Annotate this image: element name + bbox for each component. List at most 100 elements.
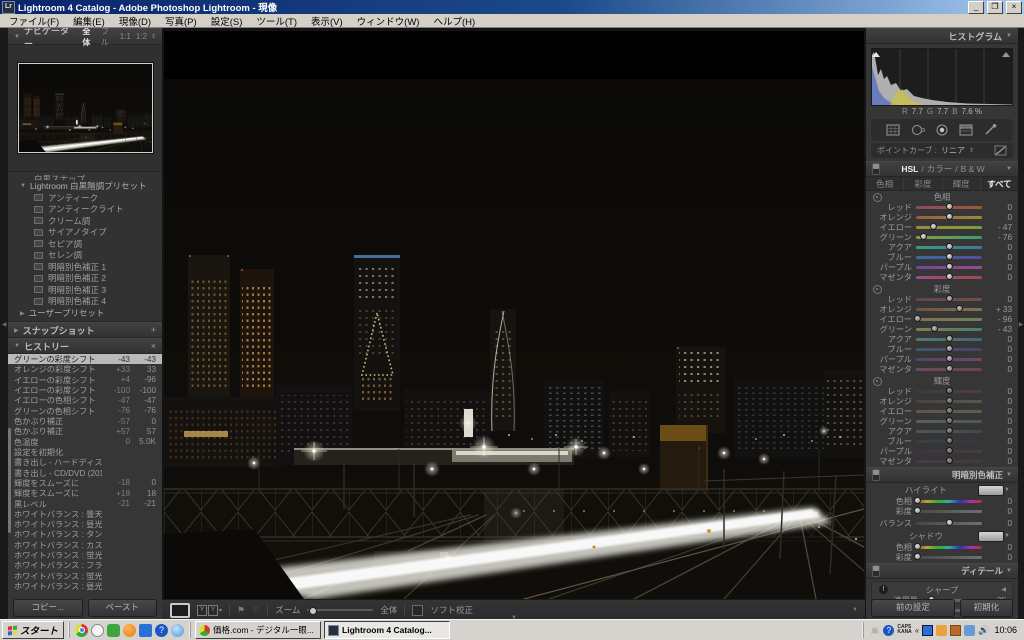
- snapshots-header[interactable]: ▶ スナップショット +: [8, 322, 162, 338]
- slider-knob[interactable]: [945, 335, 953, 342]
- left-panel-scrollbar[interactable]: [8, 428, 11, 533]
- slider-track[interactable]: [916, 417, 982, 424]
- target-adjust-icon[interactable]: [873, 193, 882, 202]
- flag-pick-icon[interactable]: ⚑: [237, 605, 245, 616]
- collapse-icon[interactable]: ▼: [1004, 487, 1010, 493]
- bw-mode[interactable]: B & W: [961, 164, 985, 174]
- target-adjust-icon[interactable]: [873, 285, 882, 294]
- preset-item[interactable]: 明暗別色補正 4: [8, 296, 162, 308]
- point-curve-bar[interactable]: ポイントカーブ : リニア ⇕: [871, 143, 1013, 158]
- menu-item[interactable]: 現像(D): [112, 14, 158, 28]
- slider-track[interactable]: [916, 519, 982, 526]
- slider-value[interactable]: 0: [986, 457, 1012, 466]
- slider-knob[interactable]: [914, 553, 922, 560]
- slider-knob[interactable]: [945, 447, 953, 454]
- target-adjust-icon[interactable]: [873, 377, 882, 386]
- slider-value[interactable]: 0: [986, 417, 1012, 426]
- warning-icon[interactable]: !: [879, 585, 888, 594]
- red-eye-icon[interactable]: [934, 123, 950, 137]
- reset-button[interactable]: 初期化: [959, 599, 1013, 617]
- slider-value[interactable]: 0: [986, 397, 1012, 406]
- zoom-slider-knob[interactable]: [308, 607, 317, 615]
- slider-track[interactable]: [916, 203, 982, 210]
- slider-knob[interactable]: [931, 325, 939, 332]
- right-panel-collapse-arrow[interactable]: ▶: [1018, 28, 1024, 620]
- minimize-button[interactable]: _: [968, 0, 984, 14]
- soft-proof-checkbox[interactable]: [412, 604, 424, 616]
- slider-knob[interactable]: [945, 457, 953, 464]
- preset-item[interactable]: 明暗別色補正 1: [8, 261, 162, 273]
- slider-value[interactable]: + 33: [986, 305, 1012, 314]
- slider-track[interactable]: [916, 427, 982, 434]
- slider-knob[interactable]: [945, 203, 953, 210]
- slider-knob[interactable]: [945, 365, 953, 372]
- menu-item[interactable]: 設定(S): [204, 14, 250, 28]
- history-item[interactable]: ホワイトバランス : 昼光: [8, 581, 162, 591]
- slider-value[interactable]: 0: [986, 203, 1012, 212]
- slider-track[interactable]: [916, 447, 982, 454]
- slider-knob[interactable]: [945, 387, 953, 394]
- slider-track[interactable]: [916, 253, 982, 260]
- ime-caps-kana-indicator[interactable]: CAPS KANA: [897, 625, 911, 635]
- navigator-preview[interactable]: [8, 45, 162, 172]
- histogram-header[interactable]: ヒストグラム ▼: [866, 28, 1018, 44]
- hsl-mode[interactable]: HSL: [901, 164, 918, 174]
- slider-value[interactable]: 0: [986, 387, 1012, 396]
- slider-track[interactable]: [916, 325, 982, 332]
- zoom-option[interactable]: 1:2: [136, 32, 147, 41]
- loupe-view-icon[interactable]: [170, 602, 190, 618]
- slider-value[interactable]: 0: [986, 437, 1012, 446]
- slider-value[interactable]: 0: [986, 365, 1012, 374]
- slider-track[interactable]: [916, 407, 982, 414]
- zoom-option[interactable]: 全体: [82, 28, 96, 48]
- security-tray-icon[interactable]: [964, 624, 976, 636]
- slider-knob[interactable]: [945, 345, 953, 352]
- color-mode[interactable]: カラー: [927, 163, 953, 175]
- slider-value[interactable]: 0: [986, 507, 1012, 516]
- preset-item[interactable]: 明暗別色補正 2: [8, 273, 162, 285]
- clear-history-icon[interactable]: ×: [151, 341, 156, 351]
- volume-icon[interactable]: 🔊: [978, 625, 989, 636]
- menu-item[interactable]: ヘルプ(H): [426, 14, 482, 28]
- preset-item-partial[interactable]: 白黒スナップ: [8, 173, 162, 180]
- slider-value[interactable]: 0: [986, 243, 1012, 252]
- orange-app-icon[interactable]: [123, 623, 137, 637]
- slider-value[interactable]: - 96: [986, 315, 1012, 324]
- slider-knob[interactable]: [945, 397, 953, 404]
- chrome-icon[interactable]: [75, 623, 89, 637]
- menu-item[interactable]: ツール(T): [249, 14, 304, 28]
- point-curve-caret-icon[interactable]: ⇕: [969, 147, 974, 154]
- slider-track[interactable]: [916, 263, 982, 270]
- slider-track[interactable]: [916, 345, 982, 352]
- panel-toggle-switch[interactable]: [872, 163, 880, 175]
- slider-track[interactable]: [916, 397, 982, 404]
- slider-track[interactable]: [916, 295, 982, 302]
- slider-value[interactable]: 0: [986, 263, 1012, 272]
- help-tray-icon[interactable]: ?: [883, 624, 895, 636]
- slider-track[interactable]: [914, 507, 982, 514]
- slider-value[interactable]: 0: [986, 213, 1012, 222]
- preset-item[interactable]: サイアノタイプ: [8, 227, 162, 239]
- update-tray-icon[interactable]: [950, 624, 962, 636]
- slider-knob[interactable]: [945, 427, 953, 434]
- history-header[interactable]: ▼ ヒストリー ×: [8, 338, 162, 354]
- close-button[interactable]: ×: [1006, 0, 1022, 14]
- slider-value[interactable]: 0: [986, 253, 1012, 262]
- task-button[interactable]: 価格.com - デジタル一眼...: [195, 621, 322, 639]
- menu-item[interactable]: 表示(V): [304, 14, 350, 28]
- panel-toggle-switch[interactable]: [872, 469, 880, 481]
- preset-item[interactable]: セピア調: [8, 238, 162, 250]
- slider-knob[interactable]: [945, 243, 953, 250]
- point-curve-value[interactable]: リニア: [941, 145, 965, 156]
- slider-value[interactable]: 0: [986, 407, 1012, 416]
- add-snapshot-icon[interactable]: +: [151, 325, 156, 335]
- hsl-panel-header[interactable]: HSL / カラー / B & W ▼: [866, 161, 1018, 177]
- messenger-tray-icon[interactable]: [870, 627, 879, 634]
- preset-group-bw[interactable]: ▼ Lightroom 白黒階調プリセット: [8, 180, 162, 192]
- slider-value[interactable]: 0: [986, 519, 1012, 528]
- slider-track[interactable]: [916, 213, 982, 220]
- shadows-swatch[interactable]: [978, 530, 1005, 542]
- hsl-tab[interactable]: 彩度: [903, 177, 941, 190]
- graduated-filter-icon[interactable]: [958, 123, 974, 137]
- zoom-option[interactable]: フル: [101, 28, 115, 48]
